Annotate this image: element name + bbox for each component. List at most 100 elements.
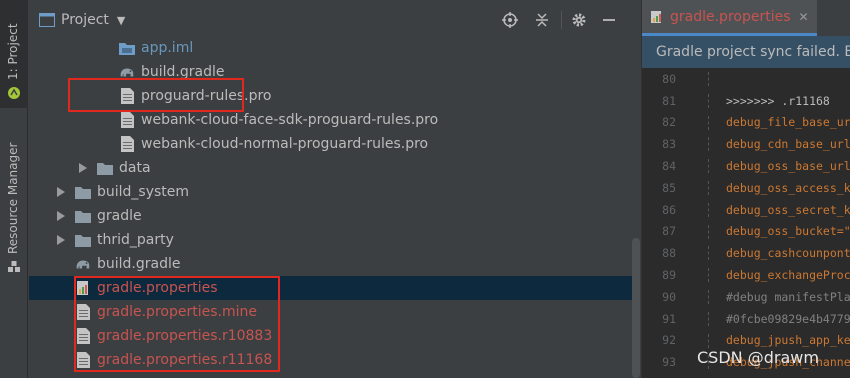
tree-item-label: build.gradle: [141, 64, 225, 80]
text-file-icon: [75, 304, 91, 320]
tree-row[interactable]: proguard-rules.pro: [29, 84, 640, 108]
tree-item-label: gradle.properties.mine: [97, 304, 257, 320]
expand-arrow-icon[interactable]: [55, 186, 67, 198]
code-line: 80: [642, 68, 850, 90]
tree-row[interactable]: build.gradle: [29, 60, 640, 84]
line-number: 92: [662, 333, 676, 348]
tree-item-label: proguard-rules.pro: [141, 88, 272, 104]
code-text: #0fcbe09829e4b4779: [726, 311, 850, 326]
gutter: [676, 155, 726, 177]
project-panel: Project ▼ app.iml build.gradle proguard-…: [29, 0, 640, 378]
line-number: 83: [662, 137, 676, 152]
folder-icon: [75, 184, 91, 200]
properties-file-icon: [651, 10, 661, 23]
gutter: [676, 221, 726, 243]
gradle-elephant-icon: [119, 64, 135, 80]
collapse-all-icon: [536, 13, 548, 27]
tree-item-label: thrid_party: [97, 232, 174, 248]
gutter: [676, 68, 726, 90]
text-file-icon: [119, 112, 135, 128]
project-view-selector[interactable]: Project: [61, 12, 109, 28]
line-number: 80: [662, 71, 676, 86]
tree-row[interactable]: gradle.properties: [29, 276, 640, 300]
code-text: debug_exchangeProc: [726, 268, 850, 283]
tab-label: gradle.properties: [670, 8, 791, 25]
line-number: 87: [662, 224, 676, 239]
line-number: 84: [662, 159, 676, 174]
collapse-all-button[interactable]: [531, 9, 553, 31]
code-line: 82 debug_file_base_ur: [642, 112, 850, 134]
gutter: [676, 308, 726, 330]
tree-item-label: build_system: [97, 184, 190, 200]
tree-row[interactable]: gradle.properties.mine: [29, 300, 640, 324]
gear-icon: [572, 13, 586, 27]
iml-file-icon: [119, 40, 135, 56]
minimize-icon: [603, 19, 615, 21]
tree-row[interactable]: gradle.properties.r10883: [29, 324, 640, 348]
code-text: debug_oss_base_url: [726, 159, 850, 174]
project-tool-tab[interactable]: 1: Project: [0, 0, 28, 108]
settings-button[interactable]: [568, 9, 590, 31]
code-line: 90 #debug manifestPla: [642, 286, 850, 308]
sync-failed-banner: Gradle project sync failed. Ba: [642, 36, 850, 68]
gutter: [676, 133, 726, 155]
tree-row[interactable]: webank-cloud-face-sdk-proguard-rules.pro: [29, 108, 640, 132]
close-icon[interactable]: ✕: [799, 10, 809, 24]
tab-gradle-properties[interactable]: gradle.properties ✕: [642, 0, 817, 36]
expand-arrow-icon[interactable]: [55, 210, 67, 222]
tree-row[interactable]: build_system: [29, 180, 640, 204]
tree-row[interactable]: data: [29, 156, 640, 180]
code-text: debug_cdn_base_url: [726, 137, 850, 152]
tree-row[interactable]: gradle.properties.r11168: [29, 348, 640, 372]
line-number: 90: [662, 289, 676, 304]
code-text: debug_file_base_ur: [726, 115, 850, 130]
gutter: [676, 177, 726, 199]
panel-toolbar: [499, 9, 620, 31]
locate-button[interactable]: [499, 9, 521, 31]
tree-item-label: gradle: [97, 208, 142, 224]
code-text: >>>>>>> .r11168: [726, 93, 830, 108]
code-text: debug_oss_secret_k: [726, 202, 850, 217]
tree-row[interactable]: webank-cloud-normal-proguard-rules.pro: [29, 132, 640, 156]
code-line: 81 >>>>>>> .r11168: [642, 90, 850, 112]
gutter: [676, 90, 726, 112]
gutter: [676, 264, 726, 286]
line-number: 81: [662, 93, 676, 108]
tree-row[interactable]: app.iml: [29, 36, 640, 60]
project-panel-header: Project ▼: [29, 0, 640, 40]
expand-arrow-icon[interactable]: [77, 162, 89, 174]
line-number: 89: [662, 268, 676, 283]
text-file-icon: [75, 352, 91, 368]
code-text: debug_cashcounpont: [726, 246, 850, 261]
text-file-icon: [119, 88, 135, 104]
hide-panel-button[interactable]: [598, 9, 620, 31]
tree-row[interactable]: build.gradle: [29, 252, 640, 276]
tree-item-label: gradle.properties: [97, 280, 218, 296]
tree-scrollbar[interactable]: [632, 238, 640, 378]
expand-arrow-icon[interactable]: [55, 234, 67, 246]
chevron-down-icon[interactable]: ▼: [117, 14, 125, 27]
tree-item-label: build.gradle: [97, 256, 181, 272]
line-number: 88: [662, 246, 676, 261]
folder-icon: [75, 232, 91, 248]
code-line: 85 debug_oss_access_k: [642, 177, 850, 199]
resource-manager-icon: [8, 261, 20, 272]
tree-item-label: webank-cloud-face-sdk-proguard-rules.pro: [141, 112, 439, 128]
tool-window-strip: 1: Project Resource Manager: [0, 0, 28, 378]
code-line: 91 #0fcbe09829e4b4779: [642, 308, 850, 330]
tree-row[interactable]: gradle: [29, 204, 640, 228]
gutter: [676, 112, 726, 134]
line-number: 82: [662, 115, 676, 130]
code-line: 89 debug_exchangeProc: [642, 264, 850, 286]
folder-icon: [75, 208, 91, 224]
line-number: 86: [662, 202, 676, 217]
tree-row[interactable]: thrid_party: [29, 228, 640, 252]
code-area[interactable]: 80 81 >>>>>>> .r11168 82 debug_file_base_ur 8…: [642, 68, 850, 373]
android-icon: [8, 87, 20, 99]
project-window-icon: [39, 13, 55, 27]
code-text: #debug manifestPla: [726, 289, 850, 304]
tree-item-label: webank-cloud-normal-proguard-rules.pro: [141, 136, 429, 152]
gradle-elephant-icon: [75, 256, 91, 272]
code-line: 84 debug_oss_base_url: [642, 155, 850, 177]
code-line: 86 debug_oss_secret_k: [642, 199, 850, 221]
